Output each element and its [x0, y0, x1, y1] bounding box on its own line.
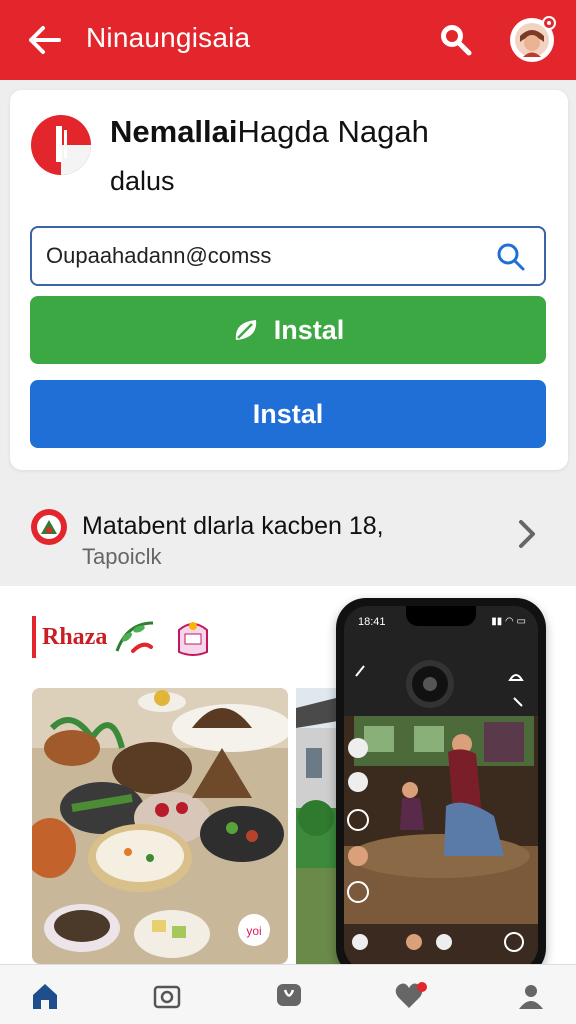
brand-text: Rhaza	[42, 623, 108, 650]
food-badge-text: yoi	[246, 924, 261, 938]
video-scene	[344, 606, 538, 964]
camera-icon	[153, 985, 181, 1009]
promo-subtitle: Tapoiclk	[82, 544, 162, 569]
nav-profile[interactable]	[514, 979, 548, 1013]
brand-header: Rhaza	[32, 616, 213, 658]
chat-icon	[277, 984, 301, 1006]
nav-home[interactable]	[28, 979, 62, 1013]
brand-bar	[32, 616, 36, 658]
page-title: Ninaungisaia	[86, 22, 251, 53]
nav-camera[interactable]	[150, 979, 184, 1013]
leaf-icon	[235, 320, 256, 340]
phone-status-icons: ▮▮ ◠ ▭	[491, 616, 526, 627]
chili-leaf-icon	[115, 621, 154, 653]
phone-time: 18:41	[358, 616, 386, 628]
app-subtitle: dalus	[110, 166, 175, 196]
promo-row[interactable]: Matabent dlarla kacben 18, Tapoiclk	[0, 494, 576, 574]
app-name-bold: Nemallai	[110, 114, 238, 149]
search-button[interactable]	[434, 18, 476, 60]
search-icon	[441, 25, 472, 56]
promo-badge-icon	[31, 509, 67, 545]
app-name-rest: Hagda Nagah	[237, 114, 429, 149]
profile-icon	[519, 985, 543, 1009]
install-green-label: Instal	[273, 314, 345, 345]
back-button[interactable]	[24, 22, 64, 58]
bottom-navigation	[0, 964, 576, 1024]
search-input[interactable]	[46, 238, 486, 274]
promo-title: Matabent dlarla kacben 18,	[82, 512, 384, 540]
phone-mockup[interactable]: 18:41 ▮▮ ◠ ▭	[336, 598, 546, 964]
arrow-left-icon	[29, 26, 61, 54]
phone-screen: 18:41 ▮▮ ◠ ▭	[344, 606, 538, 964]
home-icon	[33, 984, 57, 1009]
install-button-green[interactable]: Instal	[30, 296, 546, 364]
brand-badge-icon	[178, 622, 209, 656]
install-blue-label: Instal	[252, 398, 324, 429]
profile-button[interactable]	[510, 16, 556, 62]
top-app-bar: Ninaungisaia	[0, 0, 576, 80]
search-field[interactable]	[30, 226, 546, 286]
install-button-blue[interactable]: Instal	[30, 380, 546, 448]
food-image[interactable]: yoi	[32, 688, 288, 964]
app-name: NemallaiHagda Nagah	[110, 114, 429, 150]
nav-favorites[interactable]	[394, 979, 428, 1013]
content-area: Rhaza yoi 18:41 ▮▮ ◠ ▭	[0, 586, 576, 964]
nav-chat[interactable]	[272, 979, 306, 1013]
app-card: NemallaiHagda Nagah dalus Instal Instal	[10, 90, 568, 470]
notification-dot	[542, 16, 556, 30]
heart-icon	[395, 982, 427, 1008]
search-icon[interactable]	[496, 242, 526, 272]
app-logo-icon	[31, 115, 91, 175]
chevron-right-icon[interactable]	[512, 514, 542, 554]
phone-notch	[406, 606, 476, 626]
